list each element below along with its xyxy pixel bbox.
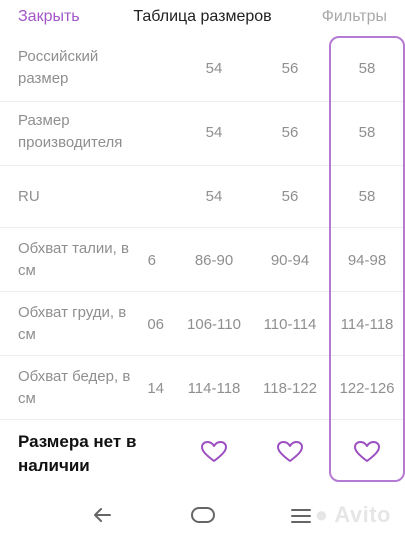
size-cell: 58 — [358, 60, 376, 77]
watermark: ● Avito — [314, 502, 391, 527]
size-row: Обхват груди, в см 06 106-110 110-114 11… — [0, 292, 405, 356]
row-label: Размер производителя — [18, 112, 123, 151]
menu-icon[interactable] — [290, 507, 312, 525]
size-cell: 54 — [205, 124, 223, 141]
row-label: Обхват талии, в см — [18, 240, 129, 279]
size-row: Обхват бедер, в см 14 114-118 118-122 12… — [0, 356, 405, 420]
row-label: Обхват бедер, в см — [18, 368, 131, 407]
size-row: Размер производителя 54 56 58 — [0, 102, 405, 166]
size-cell: 54 — [205, 60, 223, 77]
watermark-text: Avito — [334, 502, 391, 527]
heart-icon[interactable] — [200, 440, 228, 464]
size-cell: 90-94 — [270, 252, 310, 269]
size-cell: 114-118 — [187, 380, 241, 397]
back-arrow-icon[interactable] — [90, 503, 114, 527]
size-cell: 86-90 — [194, 252, 234, 269]
heart-icon[interactable] — [353, 440, 381, 464]
row-label: Обхват груди, в см — [18, 304, 127, 343]
size-cell: 54 — [205, 188, 223, 205]
size-cell: 58 — [358, 124, 376, 141]
filters-button[interactable]: Фильтры — [322, 8, 387, 26]
size-cell: 122-126 — [339, 380, 395, 397]
size-cell: 58 — [358, 188, 376, 205]
size-cell: 56 — [281, 124, 299, 141]
size-cell: 94-98 — [347, 252, 387, 269]
size-cell-partial: 14 — [147, 380, 164, 397]
header: Закрыть Таблица размеров Фильтры — [0, 0, 405, 36]
home-icon[interactable] — [190, 505, 216, 525]
size-cell-partial: 6 — [147, 252, 156, 269]
size-cell-partial: 06 — [147, 316, 164, 333]
row-label: Российский размер — [18, 48, 99, 87]
heart-icon[interactable] — [276, 440, 304, 464]
size-cell: 106-110 — [187, 316, 241, 333]
size-cell: 118-122 — [263, 380, 317, 397]
out-of-stock-label: Размера нет в наличии — [18, 432, 137, 475]
size-row: Российский размер 54 56 58 — [0, 36, 405, 102]
row-label: RU — [18, 188, 40, 205]
size-row: RU 54 56 58 — [0, 166, 405, 228]
size-cell: 56 — [281, 60, 299, 77]
size-cell: 56 — [281, 188, 299, 205]
size-row: Обхват талии, в см 6 86-90 90-94 94-98 — [0, 228, 405, 292]
size-cell: 110-114 — [263, 316, 317, 333]
size-cell: 114-118 — [340, 316, 394, 333]
